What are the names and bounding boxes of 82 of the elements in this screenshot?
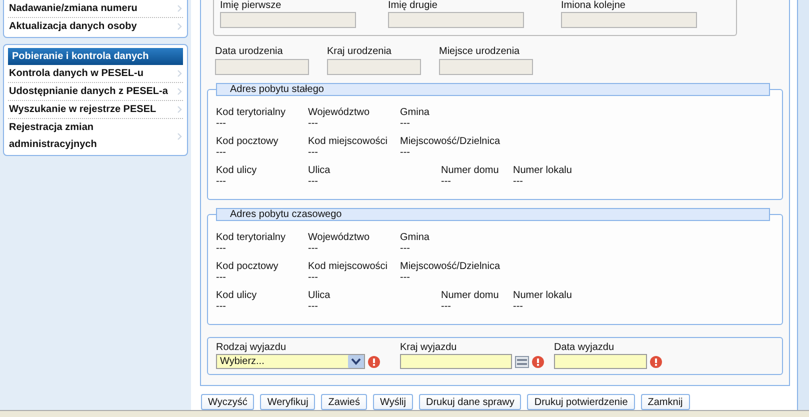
field-label: Województwo (308, 231, 371, 244)
input-field[interactable] (439, 59, 533, 75)
action-button[interactable]: Drukuj potwierdzenie (527, 394, 635, 410)
field-value: --- (308, 148, 319, 158)
action-button[interactable]: Zamknij (640, 394, 690, 410)
section-title: Adres pobytu czasowego (216, 208, 770, 221)
field-label: Kraj wyjazdu (400, 341, 458, 354)
field-label: Miejscowość/Dzielnica (400, 135, 500, 148)
field-label: Numer domu (441, 289, 500, 302)
field-label: Kraj urodzenia (327, 45, 392, 58)
dropdown-arrow-icon (348, 355, 364, 368)
field-value: --- (216, 148, 227, 158)
field-value: --- (400, 148, 411, 158)
action-button[interactable]: Zawieś (321, 394, 367, 410)
field-label: Numer lokalu (513, 289, 572, 302)
field-label: Gmina (400, 106, 430, 119)
field-label: Gmina (400, 231, 430, 244)
field-value: --- (308, 177, 319, 187)
field-value: --- (308, 302, 319, 312)
field-label: Imię drugie (388, 0, 438, 11)
field-label: Kod ulicy (216, 289, 258, 302)
field-label: Numer domu (441, 164, 500, 177)
chevron-icon (177, 132, 182, 140)
action-button[interactable]: Drukuj dane sprawy (419, 394, 522, 410)
input-field[interactable] (561, 12, 697, 28)
field-value: --- (308, 273, 319, 283)
field-label: Miejscowość/Dzielnica (400, 260, 500, 273)
menu-item[interactable]: Aktualizacja danych osoby (8, 18, 183, 35)
input-field[interactable] (220, 12, 356, 28)
field-label: Kod pocztowy (216, 135, 280, 148)
field-label: Miejsce urodzenia (439, 45, 521, 58)
menu-item[interactable]: Nadawanie/zmiana numeru (8, 0, 183, 18)
menu-item[interactable]: Wyszukanie w rejestrze PESEL (8, 101, 183, 119)
field-value: --- (216, 273, 227, 283)
field-label: Ulica (308, 289, 332, 302)
field-label: Imiona kolejne (561, 0, 626, 11)
menu-item[interactable]: Udostępnianie danych z PESEL-a (8, 83, 183, 101)
action-button[interactable]: Weryfikuj (260, 394, 316, 410)
menu-item[interactable]: Pobieranie i kontrola danych (8, 48, 183, 65)
menu-item[interactable]: Kontrola danych w PESEL-u (8, 65, 183, 83)
dropdown[interactable]: Wybierz... (216, 354, 365, 369)
field-value: --- (216, 119, 227, 129)
field-value: --- (216, 244, 227, 254)
field-value: --- (216, 302, 227, 312)
field-value: --- (400, 273, 411, 283)
field-label: Kod miejscowości (308, 260, 388, 273)
chevron-icon (177, 88, 182, 95)
field-value: --- (308, 244, 319, 254)
field-value: --- (400, 244, 411, 254)
chevron-icon (177, 5, 182, 12)
input-field[interactable] (400, 354, 512, 369)
field-label: Rodzaj wyjazdu (216, 341, 288, 354)
menu-item[interactable]: Rejestracja zmian administracyjnych (8, 119, 183, 153)
field-value: --- (441, 177, 452, 187)
field-value: --- (441, 302, 452, 312)
input-field[interactable] (554, 354, 647, 369)
field-label: Kod pocztowy (216, 260, 280, 273)
list-picker-icon[interactable] (515, 356, 529, 368)
action-button[interactable]: Wyczyść (201, 394, 254, 410)
field-value: --- (216, 177, 227, 187)
field-value: --- (513, 177, 524, 187)
chevron-icon (177, 70, 182, 77)
field-label: Data wyjazdu (554, 341, 616, 354)
field-label: Numer lokalu (513, 164, 572, 177)
input-field[interactable] (215, 59, 309, 75)
input-field[interactable] (388, 12, 524, 28)
input-field[interactable] (327, 59, 421, 75)
field-label: Kod terytorialny (216, 106, 286, 119)
field-label: Imię pierwsze (220, 0, 282, 11)
field-label: Województwo (308, 106, 371, 119)
chevron-icon (177, 106, 182, 113)
field-label: Data urodzenia (215, 45, 284, 58)
field-label: Kod ulicy (216, 164, 258, 177)
field-label: Kod miejscowości (308, 135, 388, 148)
field-value: --- (513, 302, 524, 312)
chevron-icon (177, 23, 182, 30)
action-button[interactable]: Wyślij (372, 394, 413, 410)
field-value: --- (400, 119, 411, 129)
section-title: Adres pobytu stałego (216, 83, 770, 96)
field-label: Kod terytorialny (216, 231, 286, 244)
field-label: Ulica (308, 164, 332, 177)
field-value: --- (308, 119, 319, 129)
